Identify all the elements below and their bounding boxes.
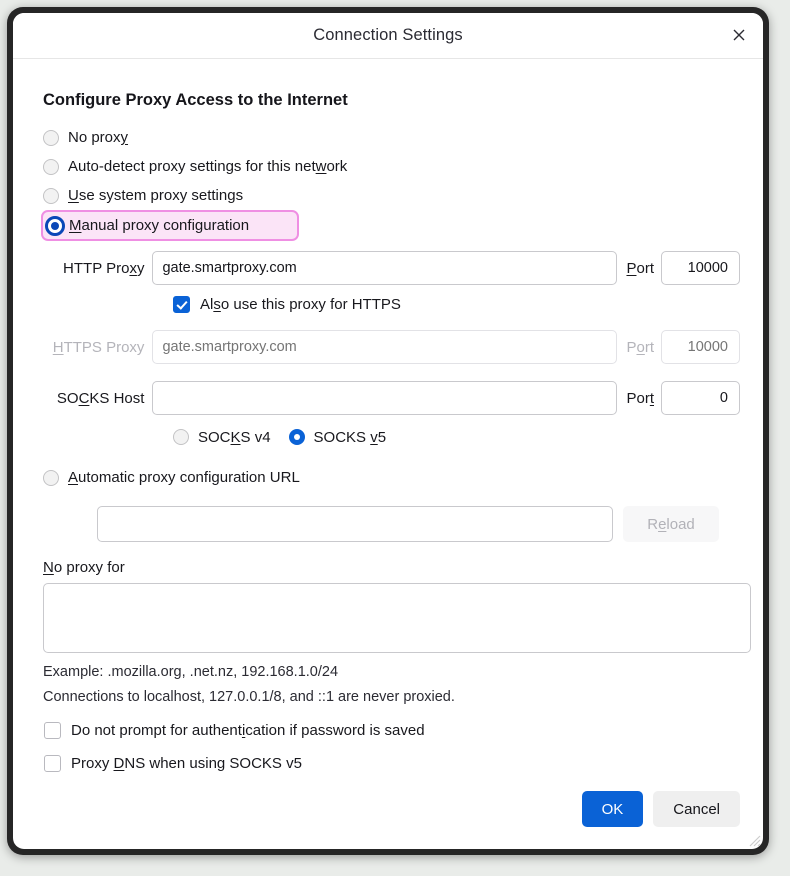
socks-version-group: SOCKS v4 SOCKS v5 [173, 425, 740, 449]
window-frame: Connection Settings Configure Proxy Acce… [7, 7, 769, 855]
radio-label-use-system: Use system proxy settings [68, 187, 244, 204]
proxy-dns-checkbox[interactable] [44, 755, 61, 772]
https-proxy-input [152, 330, 618, 364]
radio-row-no-proxy[interactable]: No proxy [43, 123, 740, 152]
page-title: Configure Proxy Access to the Internet [43, 91, 348, 109]
radio-row-socks-v5[interactable]: SOCKS v5 [288, 425, 387, 449]
ok-button[interactable]: OK [581, 791, 644, 827]
radio-manual-proxy[interactable] [45, 215, 65, 236]
radio-socks-v4[interactable] [173, 429, 189, 445]
https-proxy-label: HTTPS Proxy [52, 338, 145, 356]
radio-label-socks-v5: SOCKS v5 [313, 428, 387, 446]
socks-host-label: SOCKS Host [56, 389, 145, 407]
connection-settings-dialog: Connection Settings Configure Proxy Acce… [13, 13, 763, 849]
dialog-title: Connection Settings [313, 26, 463, 44]
http-port-input[interactable] [661, 251, 740, 285]
resize-grip[interactable] [745, 831, 761, 847]
radio-row-use-system[interactable]: Use system proxy settings [43, 181, 740, 210]
radio-label-manual-proxy: Manual proxy configuration [69, 217, 250, 234]
pac-url-input[interactable] [97, 506, 613, 542]
radio-no-proxy[interactable] [43, 129, 59, 146]
also-https-label: Also use this proxy for HTTPS [200, 296, 401, 313]
close-icon [723, 27, 755, 43]
radio-row-auto-detect[interactable]: Auto-detect proxy settings for this netw… [43, 152, 740, 181]
dialog-footer: OK Cancel [581, 791, 740, 827]
also-https-row[interactable]: Also use this proxy for HTTPS [173, 296, 740, 313]
proxy-dns-row[interactable]: Proxy DNS when using SOCKS v5 [44, 755, 740, 772]
socks-host-row: SOCKS Host Port [36, 381, 740, 415]
example-hint: Example: .mozilla.org, .net.nz, 192.168.… [43, 664, 339, 680]
https-port-label: Port [626, 338, 654, 356]
localhost-hint: Connections to localhost, 127.0.0.1/8, a… [43, 689, 455, 705]
radio-pac-url[interactable] [43, 469, 59, 486]
radio-socks-v5[interactable] [288, 429, 305, 445]
radio-row-pac-url[interactable]: Automatic proxy configuration URL [43, 463, 740, 492]
http-proxy-label: HTTP Proxy [63, 259, 145, 277]
socks-port-label: Port [626, 389, 654, 407]
no-proxy-for-label: No proxy for [43, 559, 125, 576]
no-auth-prompt-row[interactable]: Do not prompt for authentication if pass… [44, 722, 740, 739]
radio-label-pac-url: Automatic proxy configuration URL [68, 469, 300, 486]
no-auth-prompt-checkbox[interactable] [44, 722, 61, 739]
http-proxy-input[interactable] [152, 251, 618, 285]
close-button[interactable] [723, 19, 755, 51]
radio-label-no-proxy: No proxy [68, 129, 129, 146]
proxy-dns-label: Proxy DNS when using SOCKS v5 [71, 755, 302, 772]
radio-label-auto-detect: Auto-detect proxy settings for this netw… [68, 158, 348, 175]
radio-label-socks-v4: SOCKS v4 [198, 428, 271, 446]
dialog-titlebar: Connection Settings [13, 13, 763, 59]
https-proxy-row: HTTPS Proxy Port [36, 330, 740, 364]
socks-port-input[interactable] [661, 381, 740, 415]
also-https-checkbox[interactable] [173, 296, 190, 313]
http-port-label: Port [626, 259, 654, 277]
http-proxy-row: HTTP Proxy Port [36, 251, 740, 285]
dialog-body: Configure Proxy Access to the Internet N… [13, 59, 763, 772]
pac-url-row: Reload [43, 506, 740, 542]
radio-row-manual-proxy[interactable]: Manual proxy configuration [41, 210, 299, 241]
radio-row-socks-v4[interactable]: SOCKS v4 [173, 425, 271, 449]
no-auth-prompt-label: Do not prompt for authentication if pass… [71, 722, 425, 739]
reload-button[interactable]: Reload [623, 506, 719, 542]
radio-auto-detect[interactable] [43, 158, 59, 175]
no-proxy-for-textarea[interactable] [43, 583, 751, 653]
socks-host-input[interactable] [152, 381, 618, 415]
cancel-button[interactable]: Cancel [653, 791, 740, 827]
https-port-input [661, 330, 740, 364]
radio-use-system[interactable] [43, 187, 59, 204]
